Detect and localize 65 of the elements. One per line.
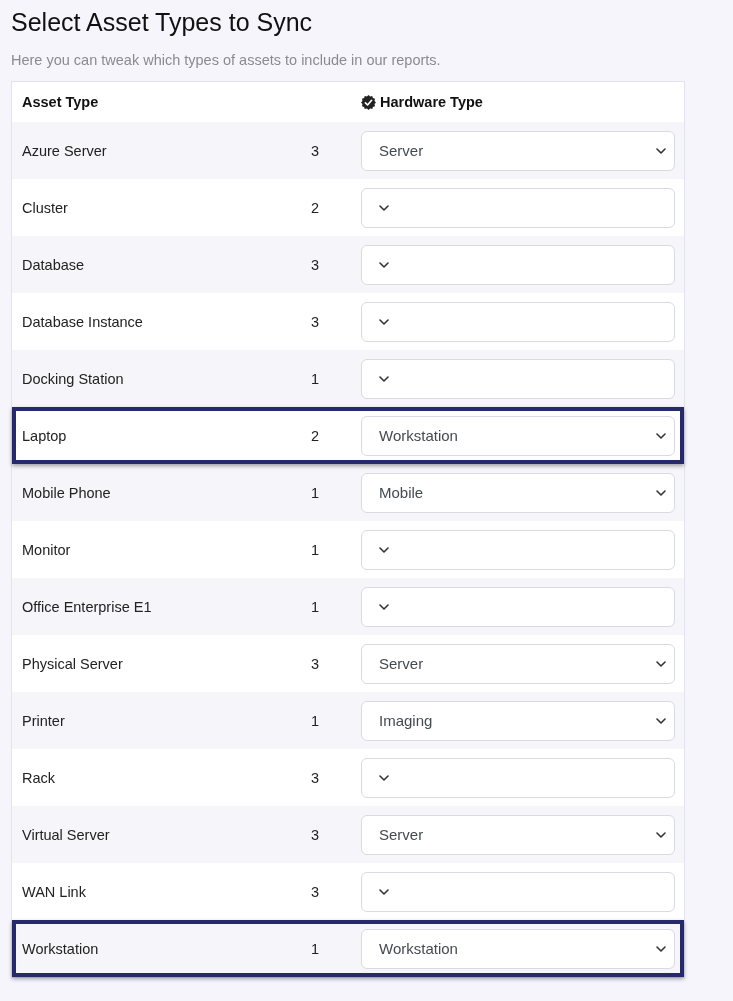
chevron-down-icon bbox=[379, 204, 389, 211]
asset-type-cell: Cluster bbox=[22, 199, 68, 216]
chevron-down-icon bbox=[656, 831, 666, 838]
count-cell: 1 bbox=[310, 598, 320, 615]
page-title: Select Asset Types to Sync bbox=[11, 7, 313, 38]
count-cell: 3 bbox=[310, 256, 320, 273]
hardware-type-dropdown[interactable] bbox=[361, 301, 675, 342]
asset-type-cell: Rack bbox=[22, 769, 56, 786]
asset-type-cell: Azure Server bbox=[22, 142, 107, 159]
count-cell: 1 bbox=[310, 541, 320, 558]
asset-type-cell: Office Enterprise E1 bbox=[22, 598, 152, 615]
count-cell: 3 bbox=[310, 883, 320, 900]
hardware-type-dropdown[interactable]: Mobile bbox=[361, 472, 675, 513]
count-cell: 1 bbox=[310, 370, 320, 387]
asset-type-cell: Monitor bbox=[22, 541, 71, 558]
asset-type-cell: Database bbox=[22, 256, 85, 273]
count-cell: 1 bbox=[310, 484, 320, 501]
chevron-down-icon bbox=[656, 489, 666, 496]
asset-type-cell: Laptop bbox=[22, 427, 67, 444]
count-cell: 1 bbox=[310, 712, 320, 729]
hardware-type-dropdown[interactable]: Server bbox=[361, 814, 675, 855]
hardware-type-dropdown[interactable] bbox=[361, 757, 675, 798]
hardware-type-dropdown[interactable] bbox=[361, 871, 675, 912]
page-subtitle: Here you can tweak which types of assets to include in our reports. bbox=[11, 51, 441, 69]
column-header: Hardware Type bbox=[380, 94, 483, 110]
count-cell: 3 bbox=[310, 655, 320, 672]
hardware-type-dropdown[interactable] bbox=[361, 586, 675, 627]
hardware-type-dropdown[interactable]: Imaging bbox=[361, 700, 675, 741]
count-cell: 2 bbox=[310, 427, 320, 444]
column-header: Asset Type bbox=[22, 94, 99, 110]
chevron-down-icon bbox=[656, 717, 666, 724]
chevron-down-icon bbox=[379, 546, 389, 553]
chevron-down-icon bbox=[379, 888, 389, 895]
count-cell: 3 bbox=[310, 313, 320, 330]
count-cell: 3 bbox=[310, 826, 320, 843]
hardware-type-dropdown[interactable] bbox=[361, 529, 675, 570]
chevron-down-icon bbox=[656, 147, 666, 154]
chevron-down-icon bbox=[379, 318, 389, 325]
chevron-down-icon bbox=[379, 261, 389, 268]
asset-type-cell: Docking Station bbox=[22, 370, 124, 387]
asset-type-cell: Virtual Server bbox=[22, 826, 110, 843]
asset-type-cell: Physical Server bbox=[22, 655, 123, 672]
chevron-down-icon bbox=[656, 432, 666, 439]
hardware-type-dropdown[interactable]: Workstation bbox=[361, 415, 675, 456]
chevron-down-icon bbox=[656, 660, 666, 667]
chevron-down-icon bbox=[379, 603, 389, 610]
asset-type-cell: Printer bbox=[22, 712, 65, 729]
verified-badge-icon bbox=[361, 94, 376, 110]
asset-type-cell: Database Instance bbox=[22, 313, 143, 330]
asset-type-cell: WAN Link bbox=[22, 883, 86, 900]
count-cell: 3 bbox=[310, 769, 320, 786]
count-cell: 2 bbox=[310, 199, 320, 216]
asset-type-cell: Mobile Phone bbox=[22, 484, 111, 501]
chevron-down-icon bbox=[379, 774, 389, 781]
count-cell: 3 bbox=[310, 142, 320, 159]
hardware-type-dropdown[interactable] bbox=[361, 187, 675, 228]
hardware-type-dropdown[interactable]: Server bbox=[361, 130, 675, 171]
hardware-type-dropdown[interactable]: Workstation bbox=[361, 928, 675, 969]
chevron-down-icon bbox=[656, 945, 666, 952]
count-cell: 1 bbox=[310, 940, 320, 957]
chevron-down-icon bbox=[379, 375, 389, 382]
hardware-type-dropdown[interactable] bbox=[361, 244, 675, 285]
hardware-type-dropdown[interactable] bbox=[361, 358, 675, 399]
hardware-type-dropdown[interactable]: Server bbox=[361, 643, 675, 684]
asset-type-cell: Workstation bbox=[22, 940, 99, 957]
